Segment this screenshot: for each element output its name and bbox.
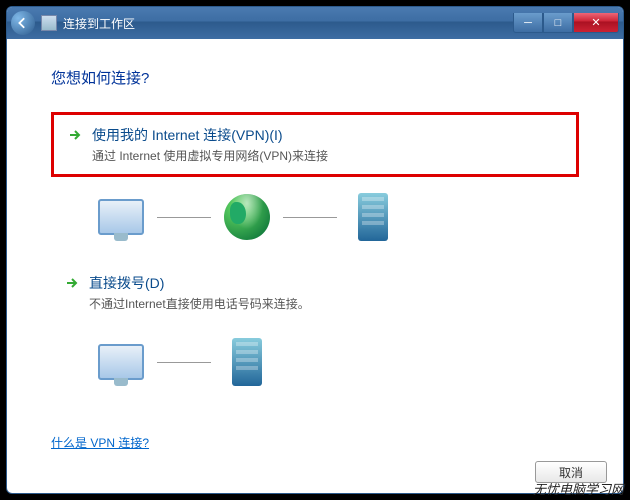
computer-icon (91, 336, 151, 388)
option-dialup[interactable]: 直接拨号(D) 不通过Internet直接使用电话号码来连接。 (51, 263, 579, 322)
help-link-vpn[interactable]: 什么是 VPN 连接? (51, 434, 149, 451)
server-icon (343, 191, 403, 243)
connection-line-icon (157, 362, 211, 363)
window-title: 连接到工作区 (63, 15, 513, 32)
minimize-button[interactable]: ─ (513, 13, 543, 33)
option-header: 直接拨号(D) (65, 273, 565, 293)
option-vpn-title: 使用我的 Internet 连接(VPN)(I) (92, 125, 283, 145)
option-header: 使用我的 Internet 连接(VPN)(I) (68, 125, 562, 145)
option-vpn[interactable]: 使用我的 Internet 连接(VPN)(I) 通过 Internet 使用虚… (51, 112, 579, 177)
option-dialup-title: 直接拨号(D) (89, 273, 164, 293)
computer-icon (91, 191, 151, 243)
titlebar: 连接到工作区 ─ □ ✕ (7, 7, 623, 39)
globe-icon (217, 191, 277, 243)
back-arrow-icon (17, 17, 29, 29)
page-heading: 您想如何连接? (51, 67, 579, 88)
vpn-graphic (91, 191, 579, 243)
arrow-right-icon (65, 276, 79, 290)
dialup-graphic (91, 336, 579, 388)
window-controls: ─ □ ✕ (513, 13, 619, 33)
close-button[interactable]: ✕ (573, 13, 619, 33)
content-area: 您想如何连接? 使用我的 Internet 连接(VPN)(I) 通过 Inte… (7, 39, 623, 493)
maximize-button[interactable]: □ (543, 13, 573, 33)
server-icon (217, 336, 277, 388)
connection-line-icon (157, 217, 211, 218)
option-dialup-desc: 不通过Internet直接使用电话号码来连接。 (89, 295, 565, 312)
back-button[interactable] (11, 11, 35, 35)
dialog-window: 连接到工作区 ─ □ ✕ 您想如何连接? 使用我的 Internet 连接(VP… (6, 6, 624, 494)
watermark-text: 无忧电脑学习网 (533, 479, 624, 498)
app-icon (41, 15, 57, 31)
connection-line-icon (283, 217, 337, 218)
option-vpn-desc: 通过 Internet 使用虚拟专用网络(VPN)来连接 (92, 147, 562, 164)
arrow-right-icon (68, 128, 82, 142)
